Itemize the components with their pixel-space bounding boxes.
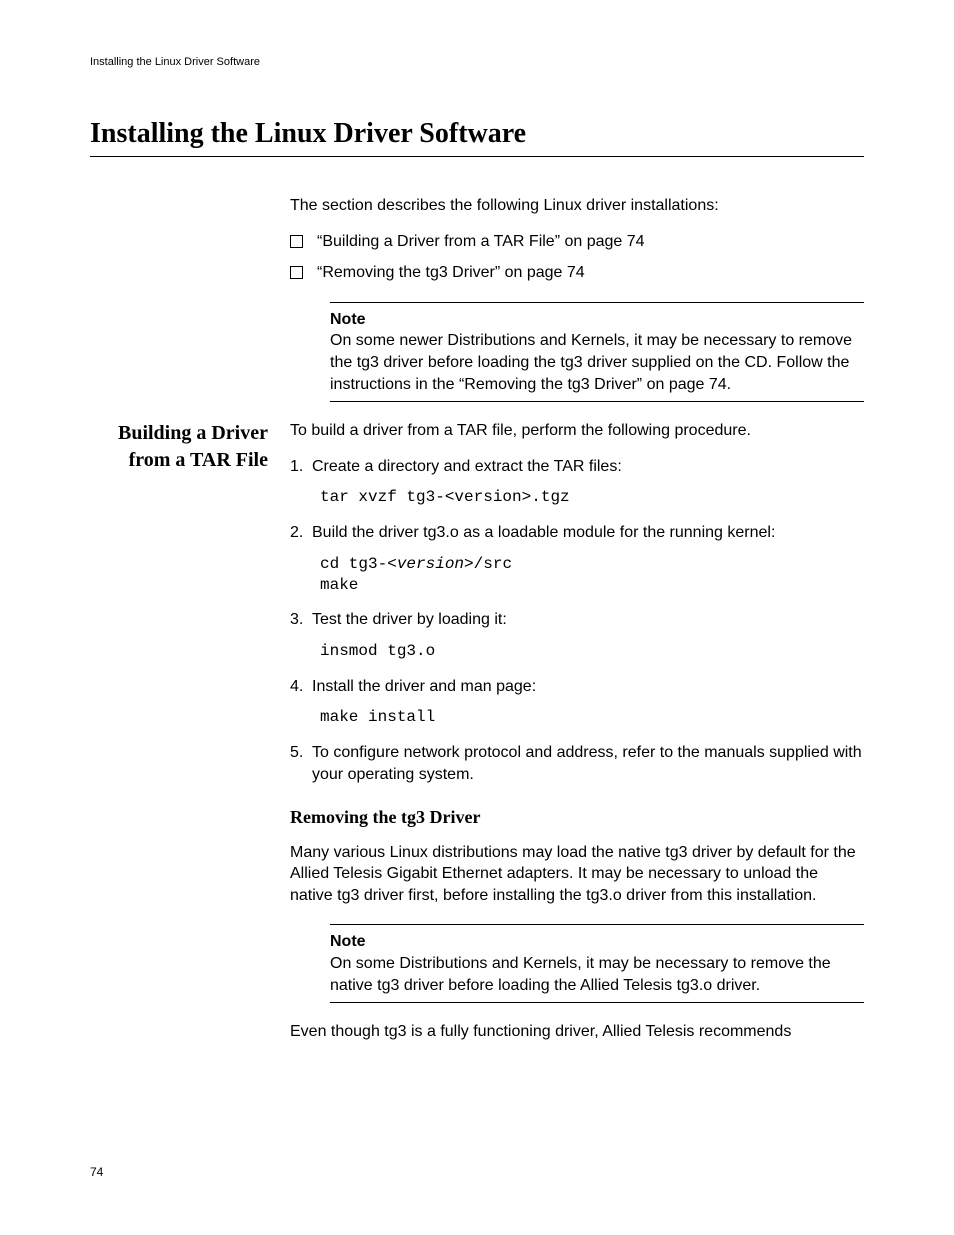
code-block: cd tg3-<version>/src make [320,554,864,596]
section-lead: To build a driver from a TAR file, perfo… [290,420,864,442]
code-block: tar xvzf tg3-<version>.tgz [320,487,864,508]
note-body: On some newer Distributions and Kernels,… [330,330,864,395]
bullet-item: “Removing the tg3 Driver” on page 74 [290,262,864,284]
note-body: On some Distributions and Kernels, it ma… [330,953,864,996]
side-column: Building a Driver from a TAR File [90,420,290,474]
running-header: Installing the Linux Driver Software [90,56,864,68]
page-number: 74 [90,1165,103,1179]
bullet-text: “Removing the tg3 Driver” on page 74 [317,262,585,284]
note-box: Note On some newer Distributions and Ker… [330,302,864,402]
page-title: Installing the Linux Driver Software [90,118,864,157]
step-number: 4. [290,676,312,698]
checkbox-icon [290,266,303,279]
bullet-item: “Building a Driver from a TAR File” on p… [290,231,864,253]
step-text: Build the driver tg3.o as a loadable mod… [312,522,864,544]
trailing-paragraph: Even though tg3 is a fully functioning d… [290,1021,864,1043]
step-number: 5. [290,742,312,764]
code-block: insmod tg3.o [320,641,864,662]
note-box: Note On some Distributions and Kernels, … [330,924,864,1003]
note-label: Note [330,931,864,953]
step-row: 3. Test the driver by loading it: [290,609,864,631]
step-row: 5. To configure network protocol and add… [290,742,864,785]
bullet-text: “Building a Driver from a TAR File” on p… [317,231,645,253]
code-block: make install [320,707,864,728]
sub-paragraph: Many various Linux distributions may loa… [290,842,864,907]
intro-block: The section describes the following Linu… [290,195,864,402]
section-building-driver: Building a Driver from a TAR File To bui… [90,420,864,1057]
step-number: 1. [290,456,312,478]
step-number: 3. [290,609,312,631]
step-row: 2. Build the driver tg3.o as a loadable … [290,522,864,544]
step-number: 2. [290,522,312,544]
note-label: Note [330,309,864,331]
page: Installing the Linux Driver Software Ins… [0,0,954,1235]
step-text: To configure network protocol and addres… [312,742,864,785]
checkbox-icon [290,235,303,248]
step-text: Test the driver by loading it: [312,609,864,631]
intro-lead: The section describes the following Linu… [290,195,864,217]
step-row: 1. Create a directory and extract the TA… [290,456,864,478]
side-heading: Building a Driver from a TAR File [90,420,268,474]
step-row: 4. Install the driver and man page: [290,676,864,698]
main-column: To build a driver from a TAR file, perfo… [290,420,864,1057]
step-text: Install the driver and man page: [312,676,864,698]
step-text: Create a directory and extract the TAR f… [312,456,864,478]
sub-heading: Removing the tg3 Driver [290,805,864,829]
